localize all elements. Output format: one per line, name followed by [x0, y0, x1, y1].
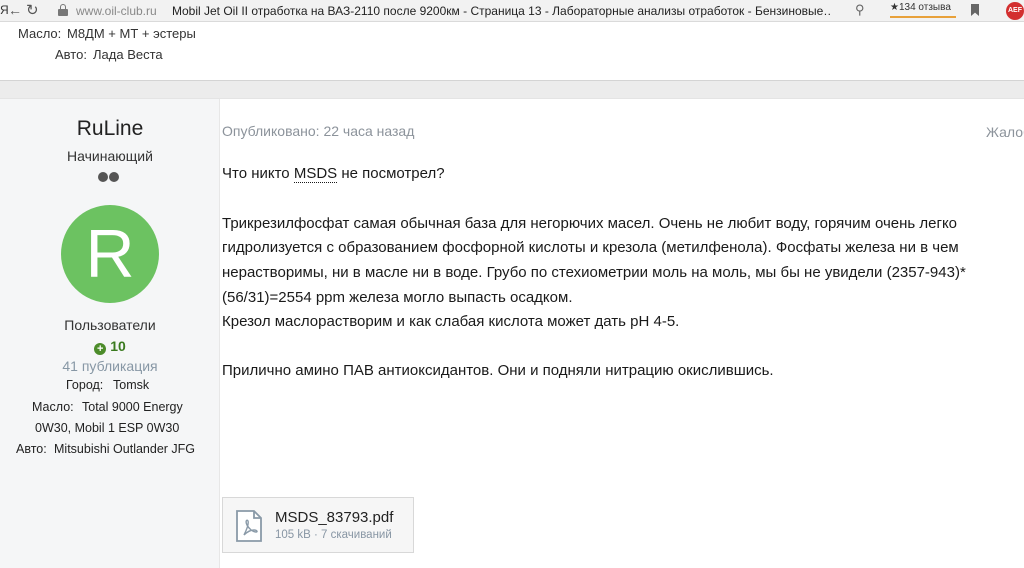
post-line-2: Трикрезилфосфат самая обычная база для н… [222, 215, 958, 232]
avatar[interactable]: R [61, 205, 159, 303]
report-link[interactable]: Жалоба [986, 124, 1024, 140]
msds-abbr[interactable]: MSDS [293, 165, 338, 183]
rank-pips-icon [98, 172, 122, 182]
pdf-file-icon [236, 510, 262, 542]
prev-oil-value: М8ДМ + МТ + эстеры [67, 26, 196, 41]
oil-value-line1: Total 9000 Energy [82, 400, 183, 414]
extension-icon[interactable]: AEF [1006, 2, 1024, 20]
plus-circle-icon: + [94, 343, 107, 355]
car-value: Mitsubishi Outlander JFG [54, 442, 196, 456]
post-separator [0, 80, 1024, 99]
city-value: Tomsk [113, 378, 150, 392]
author-group: Пользователи [64, 317, 156, 333]
oil-value-line2: 0W30, Mobil 1 ESP 0W30 [35, 421, 180, 435]
prev-car-label: Авто: [55, 47, 87, 62]
post-line-1: Что никто MSDS не посмотрел? [222, 165, 445, 183]
post-line-3: гидролизуется с образованием фосфорной к… [222, 239, 959, 256]
author-rank: Начинающий [67, 148, 153, 164]
author-name[interactable]: RuLine [0, 117, 220, 141]
browser-toolbar: Я ← ↻ www.oil-club.ru Mobil Jet Oil II о… [0, 0, 1024, 22]
post-line-1-prefix: Что никто [222, 165, 294, 182]
car-label: Авто: [16, 442, 47, 456]
author-posts-count[interactable]: 41 публикация [0, 358, 220, 374]
reputation-value: 10 [110, 338, 126, 354]
lock-icon[interactable] [58, 4, 68, 16]
prev-oil-label: Масло: [18, 26, 62, 41]
prev-car-value: Лада Веста [93, 47, 163, 62]
reputation-badge: +10 [0, 338, 220, 355]
post-line-7: Прилично амино ПАВ антиоксидантов. Они и… [222, 362, 774, 379]
page-title-bar[interactable]: Mobil Jet Oil II отработка на ВАЗ-2110 п… [172, 4, 832, 18]
reload-icon[interactable]: ↻ [26, 1, 39, 19]
oil-label: Масло: [32, 400, 74, 414]
attachment-card[interactable]: MSDS_83793.pdf 105 kB · 7 скачиваний [222, 497, 414, 553]
author-panel [0, 99, 220, 568]
post-line-5: (56/31)=2554 ppm железа могло выпасть ос… [222, 289, 573, 306]
reviews-badge[interactable]: ★134 отзыва [890, 2, 956, 18]
address-domain[interactable]: www.oil-club.ru [76, 4, 157, 18]
post-date[interactable]: Опубликовано: 22 часа назад [222, 123, 414, 139]
attachment-filename[interactable]: MSDS_83793.pdf [275, 509, 393, 526]
zoom-icon[interactable]: ⚲ [855, 2, 865, 18]
post-line-1-suffix: не посмотрел? [337, 165, 445, 182]
post-line-4: нерастворимы, ни в масле ни в воде. Груб… [222, 264, 966, 281]
post-line-6: Крезол маслорастворим и как слабая кисло… [222, 313, 680, 330]
city-label: Город: [66, 378, 104, 392]
bookmark-icon[interactable] [971, 4, 979, 16]
attachment-meta: 105 kB · 7 скачиваний [275, 529, 392, 541]
back-arrow-icon[interactable]: ← [8, 2, 22, 18]
